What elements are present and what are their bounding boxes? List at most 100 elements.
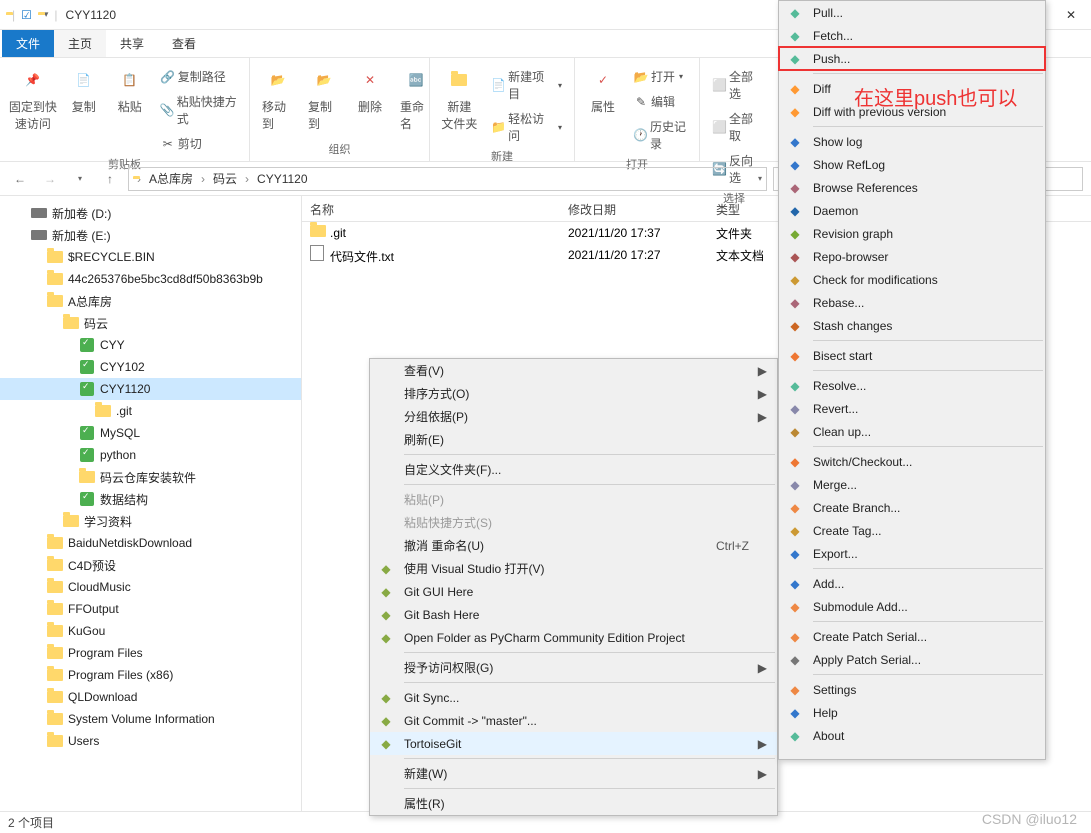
breadcrumb[interactable]: 码云 xyxy=(209,170,241,187)
menu-item[interactable]: ◆Export... xyxy=(779,542,1045,565)
paste-shortcut-button[interactable]: 📎粘贴快捷方式 xyxy=(156,91,241,129)
tree-node[interactable]: CYY102 xyxy=(0,356,301,378)
tree-node[interactable]: $RECYCLE.BIN xyxy=(0,246,301,268)
tab-share[interactable]: 共享 xyxy=(106,30,158,57)
easyaccess-button[interactable]: 📁轻松访问▾ xyxy=(487,108,566,146)
pin-button[interactable]: 📌固定到快 速访问 xyxy=(8,62,58,154)
menu-item[interactable]: 撤消 重命名(U)Ctrl+Z xyxy=(370,534,777,557)
tree-node[interactable]: System Volume Information xyxy=(0,708,301,730)
properties-button[interactable]: ✓属性 xyxy=(583,62,623,154)
menu-item[interactable]: ◆Git Bash Here xyxy=(370,603,777,626)
menu-item[interactable]: ◆Daemon xyxy=(779,199,1045,222)
history-button[interactable]: 🕐历史记录 xyxy=(629,116,691,154)
menu-item[interactable]: ◆Merge... xyxy=(779,473,1045,496)
menu-item[interactable]: ◆使用 Visual Studio 打开(V) xyxy=(370,557,777,580)
menu-item[interactable]: ◆Rebase... xyxy=(779,291,1045,314)
menu-item[interactable]: ◆Browse References xyxy=(779,176,1045,199)
paste-button[interactable]: 📋粘贴 xyxy=(110,62,150,154)
tree-node[interactable]: KuGou xyxy=(0,620,301,642)
menu-item[interactable]: ◆About xyxy=(779,724,1045,747)
menu-item[interactable]: ◆Add... xyxy=(779,572,1045,595)
tab-home[interactable]: 主页 xyxy=(54,30,106,57)
menu-item[interactable]: ◆Show RefLog xyxy=(779,153,1045,176)
menu-item[interactable]: ◆Create Patch Serial... xyxy=(779,625,1045,648)
tree-node[interactable]: 44c265376be5bc3cd8df50b8363b9b xyxy=(0,268,301,290)
menu-item[interactable]: 刷新(E) xyxy=(370,428,777,451)
menu-item[interactable]: ◆Bisect start xyxy=(779,344,1045,367)
tree-node[interactable]: C4D预设 xyxy=(0,554,301,576)
tree-node[interactable]: python xyxy=(0,444,301,466)
back-button[interactable]: ← xyxy=(8,167,32,191)
menu-item[interactable]: ◆Check for modifications xyxy=(779,268,1045,291)
tree-node[interactable]: 数据结构 xyxy=(0,488,301,510)
menu-item[interactable]: ◆Repo-browser xyxy=(779,245,1045,268)
forward-button[interactable]: → xyxy=(38,167,62,191)
menu-item[interactable]: 排序方式(O)▶ xyxy=(370,382,777,405)
menu-item[interactable]: ◆Clean up... xyxy=(779,420,1045,443)
tab-file[interactable]: 文件 xyxy=(2,30,54,57)
tree-node[interactable]: A总库房 xyxy=(0,290,301,312)
tree-node[interactable]: BaiduNetdiskDownload xyxy=(0,532,301,554)
menu-item[interactable]: ◆Git Sync... xyxy=(370,686,777,709)
dropdown-icon[interactable]: ▾ xyxy=(44,9,49,20)
newfolder-button[interactable]: 新建 文件夹 xyxy=(438,62,481,146)
cut-button[interactable]: ✂剪切 xyxy=(156,133,241,154)
tree-node[interactable]: CYY xyxy=(0,334,301,356)
col-date[interactable]: 修改日期 xyxy=(560,196,708,221)
col-type[interactable]: 类型 xyxy=(708,196,778,221)
menu-item[interactable]: 分组依据(P)▶ xyxy=(370,405,777,428)
newitem-button[interactable]: 📄新建项目▾ xyxy=(487,66,566,104)
tab-view[interactable]: 查看 xyxy=(158,30,210,57)
copy-path-button[interactable]: 🔗复制路径 xyxy=(156,66,241,87)
menu-item[interactable]: ◆Submodule Add... xyxy=(779,595,1045,618)
tree-node[interactable]: 新加卷 (D:) xyxy=(0,202,301,224)
delete-button[interactable]: ✕删除 xyxy=(350,62,390,134)
menu-item[interactable]: ◆Apply Patch Serial... xyxy=(779,648,1045,671)
tree-node[interactable]: CYY1120 xyxy=(0,378,301,400)
tree-node[interactable]: .git xyxy=(0,400,301,422)
menu-item[interactable]: ◆Open Folder as PyCharm Community Editio… xyxy=(370,626,777,649)
tree-node[interactable]: 码云仓库安装软件 xyxy=(0,466,301,488)
menu-item[interactable]: ◆Fetch... xyxy=(779,24,1045,47)
menu-item[interactable]: ◆Stash changes xyxy=(779,314,1045,337)
menu-item[interactable]: ◆Settings xyxy=(779,678,1045,701)
tree-node[interactable]: Program Files (x86) xyxy=(0,664,301,686)
edit-button[interactable]: ✎编辑 xyxy=(629,91,691,112)
tree-node[interactable]: 学习资料 xyxy=(0,510,301,532)
breadcrumb[interactable]: CYY1120 xyxy=(253,172,311,186)
checkbox-icon[interactable]: ☑ xyxy=(21,8,32,22)
breadcrumb[interactable]: A总库房 xyxy=(145,170,197,187)
tree-node[interactable]: Program Files xyxy=(0,642,301,664)
menu-item[interactable]: ◆Revision graph xyxy=(779,222,1045,245)
copy-button[interactable]: 📄复制 xyxy=(64,62,104,154)
open-button[interactable]: 📂打开▾ xyxy=(629,66,691,87)
tree-node[interactable]: FFOutput xyxy=(0,598,301,620)
menu-item[interactable]: ◆Revert... xyxy=(779,397,1045,420)
selectall-button[interactable]: ⬜全部选 xyxy=(708,66,760,104)
copyto-button[interactable]: 📂复制到 xyxy=(304,62,344,134)
menu-item[interactable]: 查看(V)▶ xyxy=(370,359,777,382)
recent-button[interactable]: ▾ xyxy=(68,167,92,191)
selectnone-button[interactable]: ⬜全部取 xyxy=(708,108,760,146)
menu-item[interactable]: ◆Help xyxy=(779,701,1045,724)
menu-item[interactable]: ◆TortoiseGit▶ xyxy=(370,732,777,755)
tree-node[interactable]: 新加卷 (E:) xyxy=(0,224,301,246)
tree-node[interactable]: CloudMusic xyxy=(0,576,301,598)
menu-item[interactable]: ◆Push... xyxy=(779,47,1045,70)
address-input[interactable]: › A总库房 › 码云 › CYY1120 ▾ xyxy=(128,167,767,191)
menu-item[interactable]: ◆Create Tag... xyxy=(779,519,1045,542)
menu-item[interactable]: 授予访问权限(G)▶ xyxy=(370,656,777,679)
menu-item[interactable]: 新建(W)▶ xyxy=(370,762,777,785)
menu-item[interactable]: ◆Pull... xyxy=(779,1,1045,24)
tree-node[interactable]: 码云 xyxy=(0,312,301,334)
menu-item[interactable]: ◆Create Branch... xyxy=(779,496,1045,519)
tree-node[interactable]: MySQL xyxy=(0,422,301,444)
menu-item[interactable]: 属性(R) xyxy=(370,792,777,815)
moveto-button[interactable]: 📂移动到 xyxy=(258,62,298,134)
tree-node[interactable]: QLDownload xyxy=(0,686,301,708)
menu-item[interactable]: ◆Show log xyxy=(779,130,1045,153)
up-button[interactable]: ↑ xyxy=(98,167,122,191)
menu-item[interactable]: ◆Git Commit -> "master"... xyxy=(370,709,777,732)
menu-item[interactable]: ◆Resolve... xyxy=(779,374,1045,397)
col-name[interactable]: 名称 xyxy=(302,196,560,221)
